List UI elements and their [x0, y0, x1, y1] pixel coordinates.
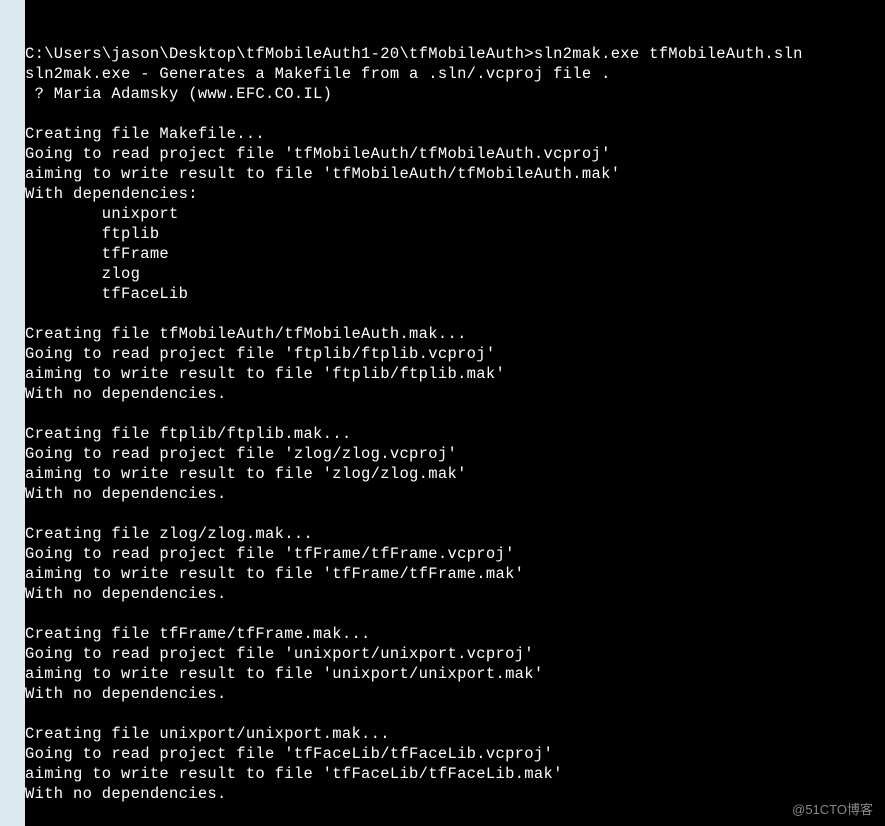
terminal-line: With no dependencies. [25, 384, 885, 404]
terminal-line: aiming to write result to file 'zlog/zlo… [25, 464, 885, 484]
terminal-window[interactable]: C:\Users\jason\Desktop\tfMobileAuth1-20\… [25, 0, 885, 826]
terminal-line: aiming to write result to file 'ftplib/f… [25, 364, 885, 384]
terminal-line [25, 104, 885, 124]
terminal-line: sln2mak.exe - Generates a Makefile from … [25, 64, 885, 84]
terminal-line: Going to read project file 'tfMobileAuth… [25, 144, 885, 164]
terminal-line: Going to read project file 'zlog/zlog.vc… [25, 444, 885, 464]
terminal-line [25, 804, 885, 824]
terminal-line: Creating file ftplib/ftplib.mak... [25, 424, 885, 444]
terminal-line: With dependencies: [25, 184, 885, 204]
terminal-line: With no dependencies. [25, 684, 885, 704]
terminal-line: aiming to write result to file 'tfFaceLi… [25, 764, 885, 784]
terminal-line: ftplib [25, 224, 885, 244]
terminal-line: Going to read project file 'unixport/uni… [25, 644, 885, 664]
terminal-line: aiming to write result to file 'tfFrame/… [25, 564, 885, 584]
terminal-line: zlog [25, 264, 885, 284]
terminal-line: Creating file zlog/zlog.mak... [25, 524, 885, 544]
terminal-line: C:\Users\jason\Desktop\tfMobileAuth1-20\… [25, 44, 885, 64]
terminal-line: Going to read project file 'tfFrame/tfFr… [25, 544, 885, 564]
terminal-line: unixport [25, 204, 885, 224]
terminal-line: With no dependencies. [25, 484, 885, 504]
terminal-line: aiming to write result to file 'unixport… [25, 664, 885, 684]
terminal-line: Creating file tfFrame/tfFrame.mak... [25, 624, 885, 644]
terminal-line: Going to read project file 'tfFaceLib/tf… [25, 744, 885, 764]
terminal-line: tfFrame [25, 244, 885, 264]
terminal-line: aiming to write result to file 'tfMobile… [25, 164, 885, 184]
terminal-output: C:\Users\jason\Desktop\tfMobileAuth1-20\… [25, 44, 885, 826]
terminal-line: ? Maria Adamsky (www.EFC.CO.IL) [25, 84, 885, 104]
terminal-line [25, 504, 885, 524]
terminal-line: Creating file tfMobileAuth/tfMobileAuth.… [25, 324, 885, 344]
terminal-line [25, 704, 885, 724]
terminal-line: With no dependencies. [25, 584, 885, 604]
terminal-line: Creating file Makefile... [25, 124, 885, 144]
watermark-text: @51CTO博客 [792, 799, 873, 818]
terminal-line [25, 404, 885, 424]
terminal-line: Going to read project file 'ftplib/ftpli… [25, 344, 885, 364]
terminal-line [25, 304, 885, 324]
terminal-line: With no dependencies. [25, 784, 885, 804]
terminal-line: tfFaceLib [25, 284, 885, 304]
terminal-line: Creating file unixport/unixport.mak... [25, 724, 885, 744]
terminal-line [25, 604, 885, 624]
